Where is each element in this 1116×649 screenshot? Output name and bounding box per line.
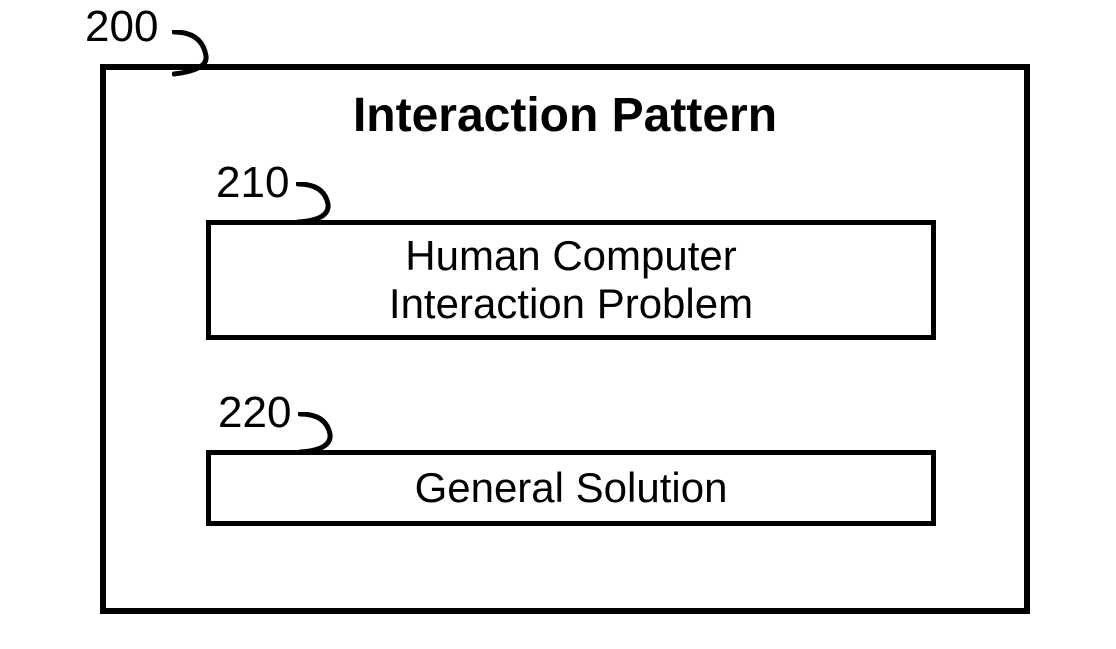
diagram-canvas: 200 Interaction Pattern 210 Human Comput… [0,0,1116,649]
solution-box: General Solution [206,450,936,526]
interaction-pattern-title: Interaction Pattern [106,88,1024,143]
solution-ref-label: 220 [218,388,291,438]
problem-box: Human ComputerInteraction Problem [206,220,936,340]
interaction-pattern-box: Interaction Pattern 210 Human ComputerIn… [100,64,1030,614]
problem-ref-label: 210 [216,158,289,208]
solution-text: General Solution [415,464,728,512]
outer-ref-label: 200 [85,2,158,52]
problem-text: Human ComputerInteraction Problem [389,232,753,329]
